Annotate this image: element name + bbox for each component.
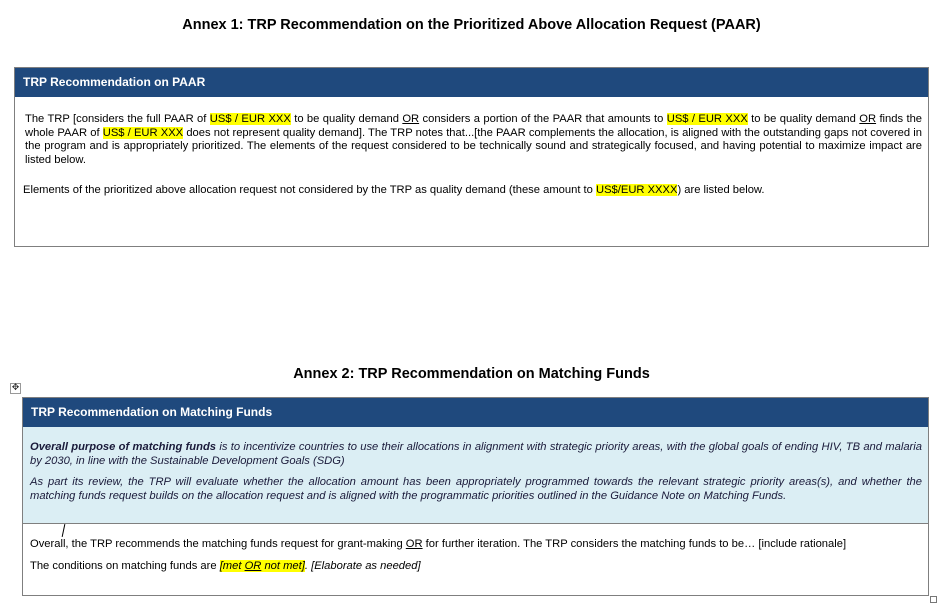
highlight-condition: [met OR not met] — [219, 559, 305, 572]
conditions-text: The conditions on matching funds are [me… — [30, 559, 421, 572]
paar-paragraph-1: The TRP [considers the full PAAR of US$ … — [25, 113, 923, 166]
annex1-title: Annex 1: TRP Recommendation on the Prior… — [182, 17, 761, 33]
matching-funds-table: TRP Recommendation on Matching Funds Ove… — [22, 397, 929, 596]
guidance-cell[interactable]: Overall purpose of matching funds is to … — [23, 427, 928, 524]
paar-paragraph-2: Elements of the prioritized above alloca… — [23, 184, 765, 197]
annex2-title: Annex 2: TRP Recommendation on Matching … — [293, 366, 650, 382]
highlight-amount: US$ / EUR XXX — [209, 113, 291, 125]
paar-table: TRP Recommendation on PAAR The TRP [cons… — [14, 67, 929, 247]
paar-table-header: TRP Recommendation on PAAR — [15, 68, 928, 97]
table-move-handle-icon[interactable]: ✥ — [10, 383, 21, 394]
review-paragraph: As part its review, the TRP will evaluat… — [30, 476, 922, 502]
table-resize-handle[interactable] — [930, 596, 937, 603]
paar-table-body[interactable]: The TRP [considers the full PAAR of US$ … — [15, 97, 928, 198]
purpose-paragraph: Overall purpose of matching funds is to … — [30, 441, 922, 467]
matching-funds-table-header: TRP Recommendation on Matching Funds — [23, 398, 928, 427]
highlight-amount: US$ / EUR XXX — [102, 126, 184, 139]
overall-recommendation: Overall, the TRP recommends the matching… — [30, 538, 847, 550]
highlight-amount: US$/EUR XXXX — [595, 184, 678, 197]
highlight-amount: US$ / EUR XXX — [666, 113, 748, 125]
recommendation-cell[interactable]: Overall, the TRP recommends the matching… — [23, 524, 928, 573]
